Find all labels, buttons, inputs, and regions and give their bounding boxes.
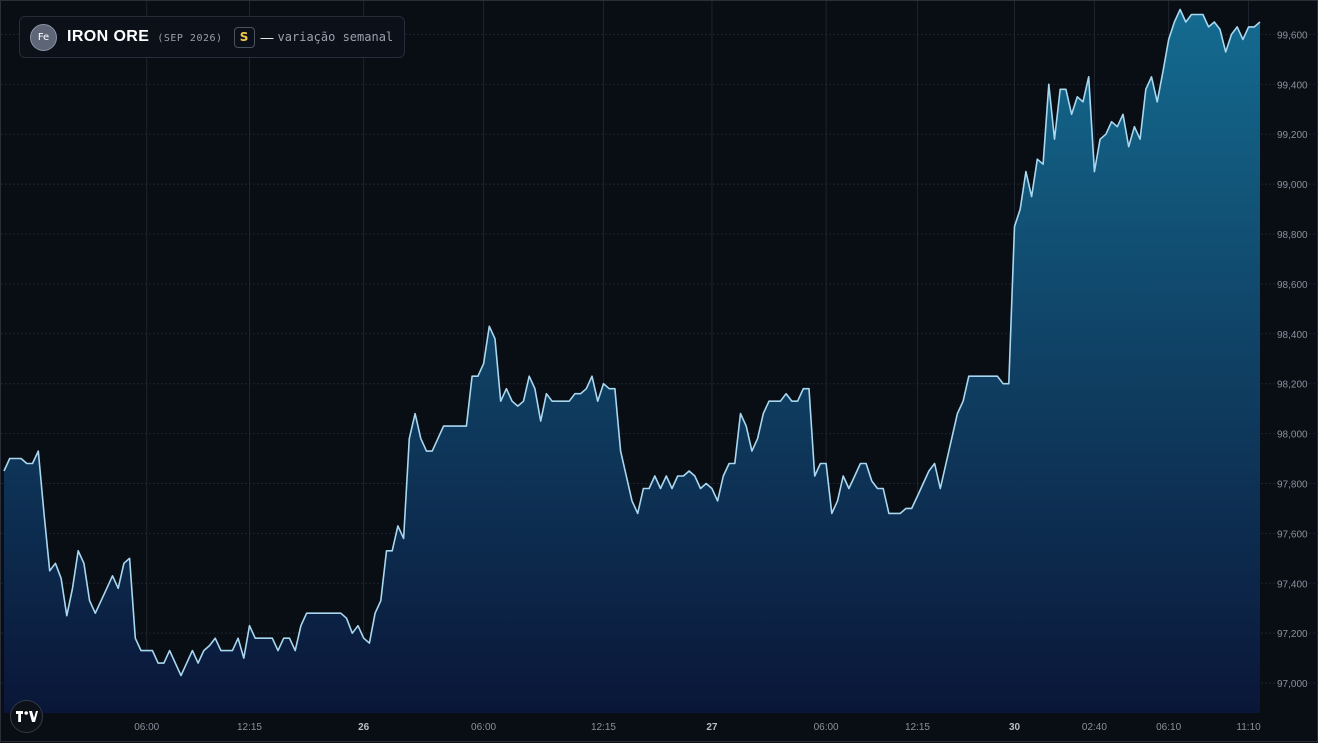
x-tick-label: 12:15 — [591, 722, 616, 733]
y-tick-label: 99,600 — [1277, 30, 1308, 41]
legend-separator: — — [260, 29, 274, 45]
contract-label: (SEP 2026) — [157, 33, 223, 44]
symbol-legend[interactable]: Fe IRON ORE (SEP 2026) S — variação sema… — [19, 16, 406, 58]
y-tick-label: 97,400 — [1277, 579, 1308, 590]
symbol-logo-icon: Fe — [30, 23, 57, 51]
y-tick-label: 97,600 — [1277, 529, 1308, 540]
x-tick-label: 02:40 — [1082, 722, 1107, 733]
y-tick-label: 97,000 — [1277, 679, 1308, 690]
x-tick-label: 26 — [358, 722, 370, 733]
y-tick-label: 98,800 — [1277, 230, 1308, 241]
x-tick-label: 06:10 — [1156, 722, 1181, 733]
x-tick-label: 11:10 — [1236, 722, 1261, 733]
symbol-name: IRON ORE — [67, 28, 150, 45]
y-tick-label: 99,400 — [1277, 80, 1308, 91]
price-chart[interactable]: 97,000 97,200 97,400 97,600 97,800 98,000 98,2… — [1, 1, 1318, 743]
y-tick-label: 99,200 — [1277, 130, 1308, 141]
x-tick-label: 06:00 — [471, 722, 496, 733]
y-tick-label: 98,000 — [1277, 430, 1308, 441]
y-tick-label: 97,200 — [1277, 629, 1308, 640]
tradingview-logo-icon[interactable] — [10, 700, 43, 733]
x-tick-label: 06:00 — [814, 722, 839, 733]
y-tick-label: 98,600 — [1277, 280, 1308, 291]
x-tick-label: 12:15 — [237, 722, 262, 733]
price-axis[interactable]: 97,000 97,200 97,400 97,600 97,800 98,000 98,2… — [1277, 30, 1308, 690]
x-tick-label: 30 — [1009, 722, 1021, 733]
y-tick-label: 99,000 — [1277, 180, 1308, 191]
chart-container[interactable]: 97,000 97,200 97,400 97,600 97,800 98,000 98,2… — [0, 0, 1318, 742]
x-tick-label: 27 — [706, 722, 718, 733]
exchange-badge[interactable]: S — [233, 26, 255, 48]
time-axis[interactable]: 06:00 12:15 26 06:00 12:15 27 06:00 12:15 30 02:4… — [134, 722, 1261, 733]
y-tick-label: 97,800 — [1277, 479, 1308, 490]
x-tick-label: 06:00 — [134, 722, 159, 733]
y-tick-label: 98,200 — [1277, 380, 1308, 391]
x-tick-label: 12:15 — [905, 722, 930, 733]
symbol-description: variação semanal — [277, 30, 394, 44]
y-tick-label: 98,400 — [1277, 330, 1308, 341]
